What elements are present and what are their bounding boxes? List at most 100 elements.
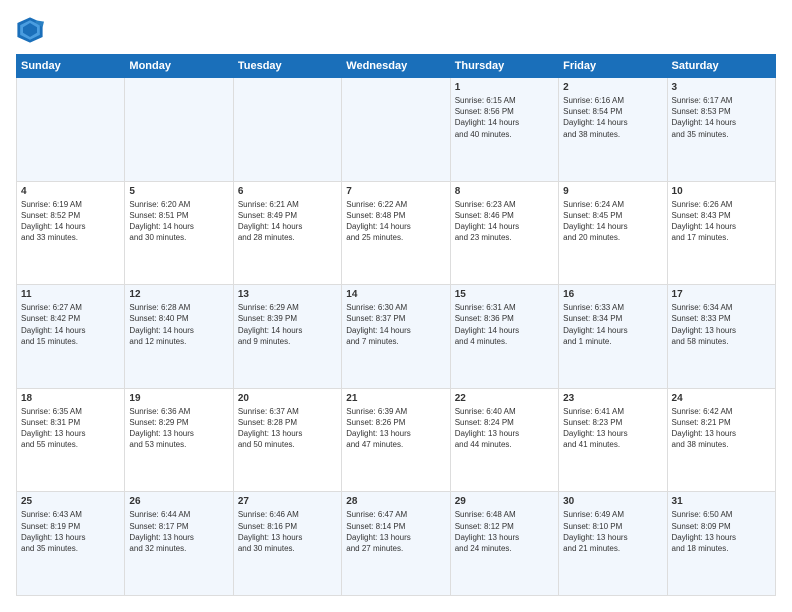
day-info: Sunrise: 6:28 AM Sunset: 8:40 PM Dayligh…: [129, 303, 193, 346]
day-info: Sunrise: 6:15 AM Sunset: 8:56 PM Dayligh…: [455, 96, 519, 139]
day-number: 8: [455, 186, 554, 197]
day-number: 14: [346, 289, 445, 300]
day-info: Sunrise: 6:20 AM Sunset: 8:51 PM Dayligh…: [129, 200, 193, 243]
calendar-cell: 28 Sunrise: 6:47 AM Sunset: 8:14 PM Dayli…: [342, 492, 450, 596]
header: [16, 16, 776, 44]
day-info: Sunrise: 6:47 AM Sunset: 8:14 PM Dayligh…: [346, 510, 410, 553]
calendar-cell: 21 Sunrise: 6:39 AM Sunset: 8:26 PM Dayli…: [342, 388, 450, 492]
calendar-header: SundayMondayTuesdayWednesdayThursdayFrid…: [17, 55, 776, 78]
day-info: Sunrise: 6:35 AM Sunset: 8:31 PM Dayligh…: [21, 407, 85, 450]
day-info: Sunrise: 6:50 AM Sunset: 8:09 PM Dayligh…: [672, 510, 736, 553]
calendar-cell: 22 Sunrise: 6:40 AM Sunset: 8:24 PM Dayli…: [450, 388, 558, 492]
header-day-saturday: Saturday: [667, 55, 775, 78]
calendar-cell: 31Sunrise: 6:50 AM Sunset: 8:09 PM Dayli…: [667, 492, 775, 596]
day-info: Sunrise: 6:39 AM Sunset: 8:26 PM Dayligh…: [346, 407, 410, 450]
day-number: 23: [563, 393, 662, 404]
calendar-cell: 23 Sunrise: 6:41 AM Sunset: 8:23 PM Dayli…: [559, 388, 667, 492]
day-info: Sunrise: 6:42 AM Sunset: 8:21 PM Dayligh…: [672, 407, 736, 450]
calendar-cell: 2Sunrise: 6:16 AM Sunset: 8:54 PM Daylig…: [559, 78, 667, 182]
day-number: 22: [455, 393, 554, 404]
calendar-cell: 29Sunrise: 6:48 AM Sunset: 8:12 PM Dayli…: [450, 492, 558, 596]
day-number: 2: [563, 82, 662, 93]
day-info: Sunrise: 6:44 AM Sunset: 8:17 PM Dayligh…: [129, 510, 193, 553]
day-number: 24: [672, 393, 771, 404]
calendar-cell: 6 Sunrise: 6:21 AM Sunset: 8:49 PM Daylig…: [233, 181, 341, 285]
calendar-table: SundayMondayTuesdayWednesdayThursdayFrid…: [16, 54, 776, 596]
day-number: 16: [563, 289, 662, 300]
calendar-cell: 5Sunrise: 6:20 AM Sunset: 8:51 PM Daylig…: [125, 181, 233, 285]
calendar-cell: 11Sunrise: 6:27 AM Sunset: 8:42 PM Dayli…: [17, 285, 125, 389]
calendar-cell: 26Sunrise: 6:44 AM Sunset: 8:17 PM Dayli…: [125, 492, 233, 596]
day-number: 3: [672, 82, 771, 93]
calendar-cell: 13 Sunrise: 6:29 AM Sunset: 8:39 PM Dayli…: [233, 285, 341, 389]
calendar-cell: 27Sunrise: 6:46 AM Sunset: 8:16 PM Dayli…: [233, 492, 341, 596]
day-info: Sunrise: 6:23 AM Sunset: 8:46 PM Dayligh…: [455, 200, 519, 243]
day-number: 15: [455, 289, 554, 300]
day-info: Sunrise: 6:21 AM Sunset: 8:49 PM Dayligh…: [238, 200, 302, 243]
day-number: 29: [455, 496, 554, 507]
calendar-cell: 9 Sunrise: 6:24 AM Sunset: 8:45 PM Daylig…: [559, 181, 667, 285]
calendar-cell: 7 Sunrise: 6:22 AM Sunset: 8:48 PM Daylig…: [342, 181, 450, 285]
calendar-cell: 14Sunrise: 6:30 AM Sunset: 8:37 PM Dayli…: [342, 285, 450, 389]
calendar-cell: 4 Sunrise: 6:19 AM Sunset: 8:52 PM Daylig…: [17, 181, 125, 285]
day-number: 12: [129, 289, 228, 300]
day-info: Sunrise: 6:41 AM Sunset: 8:23 PM Dayligh…: [563, 407, 627, 450]
day-info: Sunrise: 6:26 AM Sunset: 8:43 PM Dayligh…: [672, 200, 736, 243]
week-row-2: 11Sunrise: 6:27 AM Sunset: 8:42 PM Dayli…: [17, 285, 776, 389]
day-number: 13: [238, 289, 337, 300]
calendar-cell: 10 Sunrise: 6:26 AM Sunset: 8:43 PM Dayli…: [667, 181, 775, 285]
day-number: 20: [238, 393, 337, 404]
day-number: 6: [238, 186, 337, 197]
calendar-cell: 16 Sunrise: 6:33 AM Sunset: 8:34 PM Dayli…: [559, 285, 667, 389]
day-number: 7: [346, 186, 445, 197]
day-number: 30: [563, 496, 662, 507]
day-number: 4: [21, 186, 120, 197]
day-number: 18: [21, 393, 120, 404]
week-row-0: 1Sunrise: 6:15 AM Sunset: 8:56 PM Daylig…: [17, 78, 776, 182]
calendar-cell: 25 Sunrise: 6:43 AM Sunset: 8:19 PM Dayli…: [17, 492, 125, 596]
header-day-sunday: Sunday: [17, 55, 125, 78]
header-day-tuesday: Tuesday: [233, 55, 341, 78]
day-info: Sunrise: 6:29 AM Sunset: 8:39 PM Dayligh…: [238, 303, 302, 346]
header-day-thursday: Thursday: [450, 55, 558, 78]
calendar-cell: 18 Sunrise: 6:35 AM Sunset: 8:31 PM Dayli…: [17, 388, 125, 492]
calendar-cell: [125, 78, 233, 182]
day-info: Sunrise: 6:22 AM Sunset: 8:48 PM Dayligh…: [346, 200, 410, 243]
calendar-cell: 8 Sunrise: 6:23 AM Sunset: 8:46 PM Daylig…: [450, 181, 558, 285]
day-info: Sunrise: 6:33 AM Sunset: 8:34 PM Dayligh…: [563, 303, 627, 346]
day-number: 11: [21, 289, 120, 300]
day-number: 17: [672, 289, 771, 300]
calendar-cell: 19 Sunrise: 6:36 AM Sunset: 8:29 PM Dayli…: [125, 388, 233, 492]
day-number: 28: [346, 496, 445, 507]
day-number: 19: [129, 393, 228, 404]
day-info: Sunrise: 6:43 AM Sunset: 8:19 PM Dayligh…: [21, 510, 85, 553]
calendar-page: SundayMondayTuesdayWednesdayThursdayFrid…: [0, 0, 792, 612]
calendar-cell: 24 Sunrise: 6:42 AM Sunset: 8:21 PM Dayli…: [667, 388, 775, 492]
logo: [16, 16, 48, 44]
day-info: Sunrise: 6:19 AM Sunset: 8:52 PM Dayligh…: [21, 200, 85, 243]
day-info: Sunrise: 6:49 AM Sunset: 8:10 PM Dayligh…: [563, 510, 627, 553]
calendar-cell: 30 Sunrise: 6:49 AM Sunset: 8:10 PM Dayli…: [559, 492, 667, 596]
day-number: 25: [21, 496, 120, 507]
week-row-1: 4 Sunrise: 6:19 AM Sunset: 8:52 PM Daylig…: [17, 181, 776, 285]
header-day-wednesday: Wednesday: [342, 55, 450, 78]
week-row-4: 25 Sunrise: 6:43 AM Sunset: 8:19 PM Dayli…: [17, 492, 776, 596]
calendar-cell: [342, 78, 450, 182]
logo-icon: [16, 16, 44, 44]
day-info: Sunrise: 6:36 AM Sunset: 8:29 PM Dayligh…: [129, 407, 193, 450]
header-day-friday: Friday: [559, 55, 667, 78]
day-info: Sunrise: 6:40 AM Sunset: 8:24 PM Dayligh…: [455, 407, 519, 450]
header-row: SundayMondayTuesdayWednesdayThursdayFrid…: [17, 55, 776, 78]
day-number: 21: [346, 393, 445, 404]
day-info: Sunrise: 6:31 AM Sunset: 8:36 PM Dayligh…: [455, 303, 519, 346]
calendar-cell: 1Sunrise: 6:15 AM Sunset: 8:56 PM Daylig…: [450, 78, 558, 182]
day-info: Sunrise: 6:24 AM Sunset: 8:45 PM Dayligh…: [563, 200, 627, 243]
calendar-cell: 3Sunrise: 6:17 AM Sunset: 8:53 PM Daylig…: [667, 78, 775, 182]
day-number: 27: [238, 496, 337, 507]
calendar-body: 1Sunrise: 6:15 AM Sunset: 8:56 PM Daylig…: [17, 78, 776, 596]
header-day-monday: Monday: [125, 55, 233, 78]
calendar-cell: 15 Sunrise: 6:31 AM Sunset: 8:36 PM Dayli…: [450, 285, 558, 389]
day-number: 10: [672, 186, 771, 197]
calendar-cell: [17, 78, 125, 182]
day-number: 9: [563, 186, 662, 197]
